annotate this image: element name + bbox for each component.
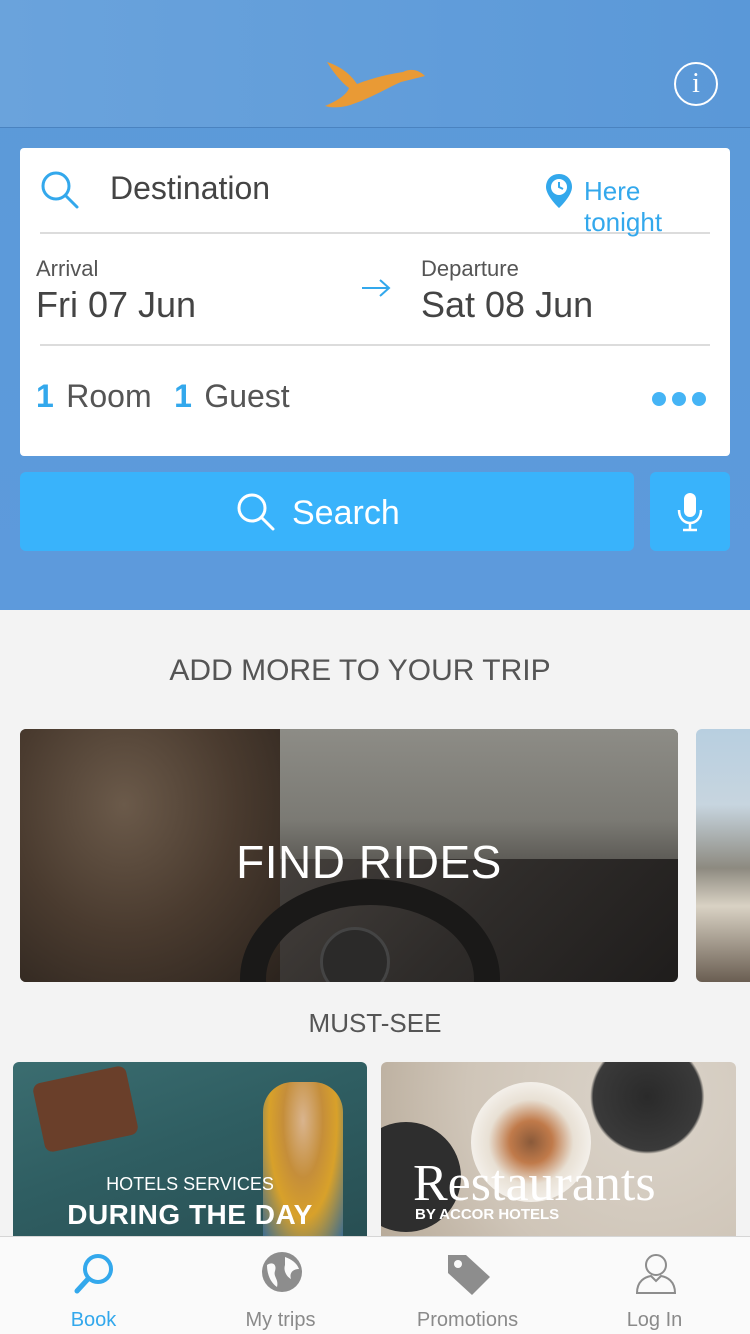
dates-row: Arrival Fri 07 Jun Departure Sat 08 Jun (36, 234, 710, 346)
user-icon (635, 1254, 677, 1294)
voice-search-button[interactable] (650, 472, 730, 551)
restaurants-tile[interactable]: Restaurants BY ACCOR HOTELS (381, 1062, 736, 1236)
find-rides-label: FIND RIDES (236, 836, 502, 888)
add-more-title: ADD MORE TO YOUR TRIP (169, 654, 551, 687)
tab-bar: Book My trips Promotions Log In (0, 1236, 750, 1334)
bird-logo-icon (325, 62, 425, 108)
hotels-services-big-label: DURING THE DAY (67, 1199, 313, 1230)
hotels-services-tile[interactable]: HOTELS SERVICES DURING THE DAY (13, 1062, 367, 1236)
guests-count: 1 (174, 378, 192, 414)
tab-book-label: Book (70, 1309, 117, 1331)
rooms-guests-field[interactable]: 1 Room 1 Guest (36, 378, 290, 428)
location-pin-icon (546, 174, 572, 208)
tab-log-in-label: Log In (626, 1309, 683, 1331)
search-button-label: Search (292, 494, 400, 532)
arrival-date: Fri 07 Jun (36, 284, 197, 325)
guests-label: Guest (204, 378, 290, 414)
tab-my-trips-label: My trips (245, 1309, 316, 1331)
departure-date: Sat 08 Jun (421, 284, 594, 325)
info-button[interactable]: i (674, 62, 718, 106)
more-options-icon[interactable] (652, 392, 714, 408)
tab-promotions-label: Promotions (416, 1309, 519, 1331)
hotels-services-small-label: HOTELS SERVICES (106, 1174, 274, 1194)
here-tonight-link[interactable]: Here tonight (584, 176, 710, 238)
must-see-title: MUST-SEE (308, 1008, 442, 1038)
search-button[interactable]: Search (20, 472, 634, 551)
tab-book[interactable]: Book (0, 1237, 187, 1334)
restaurants-label: Restaurants (413, 1155, 656, 1212)
tab-promotions[interactable]: Promotions (374, 1237, 561, 1334)
handbag-image (31, 1064, 140, 1154)
app-header: i (0, 0, 750, 128)
rooms-label: Room (66, 378, 152, 414)
destination-field[interactable]: Destination Here tonight (40, 148, 710, 237)
next-card-peek[interactable] (696, 729, 750, 982)
destination-placeholder: Destination (110, 170, 271, 206)
departure-label: Departure (421, 256, 519, 281)
tab-log-in[interactable]: Log In (561, 1237, 748, 1334)
search-card: Destination Here tonight Arrival Fri 07 … (20, 148, 730, 456)
rooms-count: 1 (36, 378, 54, 414)
search-icon (41, 171, 79, 209)
tab-my-trips[interactable]: My trips (187, 1237, 374, 1334)
arrival-label: Arrival (36, 256, 99, 281)
globe-icon (262, 1252, 302, 1292)
by-accor-hotels-label: BY ACCOR HOTELS (415, 1206, 560, 1223)
search-icon (74, 1254, 113, 1294)
find-rides-card[interactable]: FIND RIDES (20, 729, 678, 982)
arrow-right-icon (362, 279, 391, 297)
microphone-icon (677, 493, 703, 532)
search-icon (237, 493, 275, 531)
tag-icon (448, 1255, 490, 1295)
